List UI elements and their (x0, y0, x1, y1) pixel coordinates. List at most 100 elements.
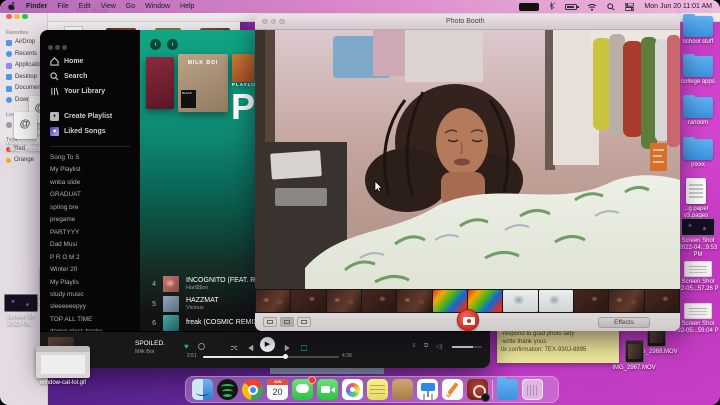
library-icon (50, 87, 59, 96)
photo-mode-button[interactable] (280, 317, 294, 327)
dock-keynote[interactable] (417, 379, 438, 400)
volume-slider[interactable] (452, 346, 482, 348)
desktop-icon-label: college apps (676, 79, 720, 86)
playlist-item[interactable]: pregame (50, 214, 136, 226)
volume-icon[interactable]: ◁) (436, 343, 443, 350)
spotify-nav-search[interactable]: Search (40, 69, 140, 84)
dock-facetime[interactable] (317, 379, 338, 400)
photo-thumbnail[interactable] (327, 290, 361, 312)
playlist-item[interactable]: GRADUAT (50, 189, 136, 201)
menu-help[interactable]: Help (180, 3, 194, 10)
video-mode-button[interactable] (297, 317, 311, 327)
menu-clock[interactable]: Mon Jun 20 11:01 AM (644, 3, 712, 10)
dock-finder[interactable] (192, 379, 213, 400)
pip-icon[interactable] (198, 343, 205, 350)
back-button[interactable]: ‹ (150, 39, 161, 50)
menu-edit[interactable]: Edit (79, 3, 91, 10)
menu-file[interactable]: File (57, 3, 68, 10)
menu-go[interactable]: Go (126, 3, 135, 10)
desktop-icon-label: window-cat-lol.gif (22, 380, 104, 387)
playlist-item[interactable]: P R O M 2 (50, 252, 136, 264)
playlist-item[interactable]: sleeeeeepyy (50, 301, 136, 313)
menu-view[interactable]: View (101, 3, 116, 10)
devices-icon[interactable]: ⧉ (424, 343, 428, 350)
dock-pages[interactable] (442, 379, 463, 400)
desktop-icon-folder-pixxx[interactable]: pixxx (676, 139, 720, 169)
playlist-item[interactable]: spring bre (50, 202, 136, 214)
photo-thumbnail (397, 290, 431, 312)
window-controls[interactable] (48, 37, 69, 55)
dock-stickies[interactable] (367, 379, 388, 400)
playlist-item[interactable]: Dad Musi (50, 239, 136, 251)
sticky-note[interactable]: -respond to grad photo lady -write thank… (497, 329, 619, 363)
wifi-icon[interactable] (587, 3, 597, 11)
dock-trash[interactable] (522, 379, 543, 400)
desktop-icon-screenshot-dark[interactable]: Screen Sh 2022-06... (0, 294, 42, 328)
dock-notes[interactable] (392, 379, 413, 400)
shuffle-button[interactable] (230, 339, 238, 357)
photo-thumbnail[interactable] (362, 290, 396, 312)
close-button[interactable] (6, 14, 12, 20)
record-button[interactable] (457, 309, 479, 331)
grid-view-button[interactable] (263, 317, 277, 327)
photo-thumbnail-xray[interactable] (539, 290, 573, 312)
dock-spotify[interactable] (217, 379, 238, 400)
screen-recording-badge[interactable] (519, 3, 539, 11)
playlist-item[interactable]: TOP ALL TIME (50, 314, 136, 326)
playlist-item[interactable]: Winter 20 (50, 264, 136, 276)
queue-icon[interactable]: ≡ (412, 343, 416, 349)
like-icon[interactable]: ♥ (184, 342, 189, 351)
photo-thumbnail[interactable] (256, 290, 290, 312)
album-art[interactable] (232, 54, 254, 82)
battery-icon[interactable] (565, 4, 577, 10)
playlist-item[interactable]: Song To S (50, 152, 136, 164)
menu-window[interactable]: Window (145, 3, 170, 10)
apple-menu-icon[interactable] (8, 1, 16, 12)
control-center-icon[interactable] (625, 3, 634, 11)
dock-photos[interactable] (342, 379, 363, 400)
photo-thumbnail[interactable] (645, 290, 679, 312)
play-button[interactable]: ▶ (260, 337, 275, 352)
photo-thumbnail-thermal[interactable] (433, 290, 467, 312)
desktop-icon-folder-school-stuff[interactable]: school stuff (676, 16, 720, 46)
desktop-icon-screenshot-1[interactable]: Screen Shot 2022-04...9.53 PM (676, 218, 720, 259)
photo-booth-window[interactable]: Photo Booth (255, 14, 680, 331)
effects-button[interactable]: Effects (598, 317, 650, 328)
photo-thumbnail[interactable] (609, 290, 643, 312)
dock-calendar[interactable]: JUN20 (267, 379, 288, 400)
playlist-item[interactable]: PARTYYY (50, 227, 136, 239)
spotify-nav-your-library[interactable]: Your Library (40, 84, 140, 99)
desktop-icon-folder-college-apps[interactable]: college apps (676, 56, 720, 86)
desktop-icon-screenshot-2[interactable]: Screen Shot 22-05...57.26 P (676, 261, 720, 293)
photo-thumbnail[interactable] (574, 290, 608, 312)
dock-chrome[interactable] (242, 379, 263, 400)
photo-thumbnail-thermal[interactable] (468, 290, 502, 312)
playlist-item[interactable]: My Playlist (50, 164, 136, 176)
playlist-item[interactable]: My Playlis (50, 277, 136, 289)
forward-button[interactable]: › (167, 39, 178, 50)
dock-messages[interactable] (292, 379, 313, 400)
album-art-milk-boi[interactable]: MILK BOI BLACK (178, 54, 228, 112)
bluetooth-icon[interactable] (549, 2, 555, 11)
desktop-icon-folder-random[interactable]: random (676, 97, 720, 127)
menu-finder[interactable]: Finder (26, 3, 47, 10)
photo-thumbnail-xray[interactable] (503, 290, 537, 312)
spotify-nav-home[interactable]: Home (40, 54, 140, 69)
photo-thumbnail[interactable] (291, 290, 325, 312)
minimize-button[interactable] (14, 14, 20, 20)
spotify-create-playlist[interactable]: + Create Playlist (40, 109, 140, 124)
zoom-button[interactable] (22, 14, 28, 20)
now-playing-artist: Milk Boi (135, 349, 154, 355)
repeat-button[interactable] (300, 339, 308, 357)
desktop-icon-gif-window[interactable] (36, 346, 90, 378)
playlist-item[interactable]: study music (50, 289, 136, 301)
sticky-note-line: tix confirmation: 7EX-930J-8895 (501, 347, 615, 355)
playlist-item[interactable]: wnba slide (50, 177, 136, 189)
dock-photo-booth[interactable] (467, 379, 488, 400)
progress-bar[interactable] (203, 356, 339, 358)
album-art[interactable] (146, 57, 174, 109)
spotify-liked-songs[interactable]: ♥ Liked Songs (40, 124, 140, 139)
previous-button[interactable] (246, 339, 254, 357)
dock-downloads-folder[interactable] (497, 379, 518, 400)
spotlight-search-icon[interactable] (607, 3, 615, 11)
